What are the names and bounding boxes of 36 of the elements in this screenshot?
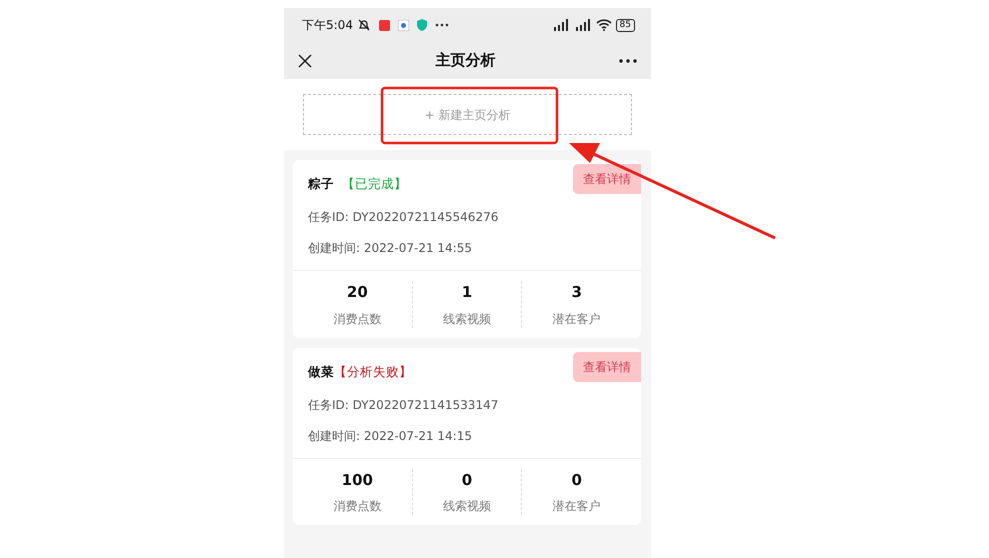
task-id: 任务ID: DY20220721141533147 <box>307 396 500 414</box>
task-id: 任务ID: DY20220721145546276 <box>307 209 500 226</box>
status-label: 【已完成】 <box>342 176 407 191</box>
app-icon <box>378 20 390 30</box>
new-analysis-button[interactable]: + 新建主页分析 <box>303 94 632 135</box>
stat-label: 潜在客户 <box>552 310 602 328</box>
close-icon[interactable] <box>298 54 312 68</box>
shield-icon <box>416 19 427 31</box>
details-button[interactable]: 查看详情 <box>573 352 641 382</box>
page-title: 主页分析 <box>436 50 496 72</box>
wifi-icon <box>596 19 612 31</box>
created-time: 创建时间: 2022-07-21 14:55 <box>307 240 473 257</box>
mute-icon <box>356 19 371 31</box>
more-icon <box>434 23 449 27</box>
stat-value: 3 <box>570 282 583 303</box>
stat-label: 线索视频 <box>442 310 492 328</box>
stat-value: 0 <box>460 470 474 490</box>
stat-value: 0 <box>570 470 583 490</box>
stat-label: 消费点数 <box>332 310 382 328</box>
more-icon[interactable] <box>619 58 637 62</box>
status-time: 下午5:04 <box>302 17 353 34</box>
stat-value: 1 <box>460 282 474 303</box>
signal-icon <box>574 19 592 31</box>
created-time: 创建时间: 2022-07-21 14:15 <box>307 428 473 444</box>
status-label: 【分析失败】 <box>334 364 412 378</box>
task-name: 粽子 <box>308 176 334 191</box>
stat-label: 消费点数 <box>332 498 382 515</box>
details-button[interactable]: 查看详情 <box>573 164 641 194</box>
stat-label: 线索视频 <box>442 498 492 515</box>
stat-value: 100 <box>340 470 374 490</box>
stat-value: 20 <box>346 282 369 303</box>
task-name: 做菜 <box>308 364 334 378</box>
signal-icon <box>552 19 570 31</box>
battery-level: 85 <box>616 18 635 32</box>
app-icon <box>398 20 409 30</box>
stat-label: 潜在客户 <box>552 498 602 515</box>
